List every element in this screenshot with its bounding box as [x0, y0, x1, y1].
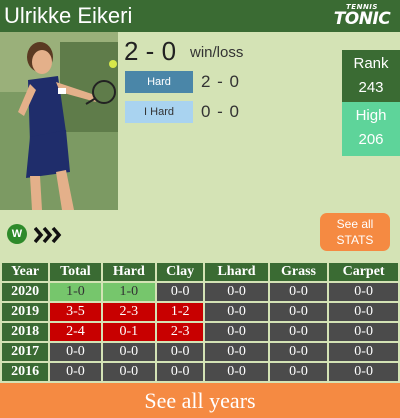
career-high-box: High 206 [342, 102, 400, 156]
year-cell[interactable]: 2016 [0, 361, 51, 383]
stat-cell-hard: 0-1 [100, 321, 158, 343]
stat-cell-clay: 1-2 [155, 301, 206, 323]
stat-cell-lhard: 0-0 [203, 341, 270, 363]
column-header-lhard: Lhard [203, 261, 270, 283]
tennis-tonic-logo[interactable]: TENNIS TONIC [332, 3, 392, 29]
stat-cell-lhard: 0-0 [203, 281, 270, 303]
win-form-icon: W [7, 224, 27, 244]
stat-cell-total: 0-0 [48, 341, 103, 363]
player-photo [0, 32, 118, 210]
see-all-years-button[interactable]: See all years [0, 383, 400, 418]
stat-cell-total: 0-0 [48, 361, 103, 383]
year-cell[interactable]: 2019 [0, 301, 51, 323]
stat-cell-grass: 0-0 [267, 341, 330, 363]
stat-cell-hard: 2-3 [100, 301, 158, 323]
high-label: High [355, 107, 387, 124]
rank-label: Rank [353, 55, 389, 72]
logo-big-text: TONIC [333, 9, 391, 29]
stat-cell-hard: 0-0 [100, 341, 158, 363]
stat-cell-total: 1-0 [48, 281, 103, 303]
column-header-grass: Grass [267, 261, 330, 283]
stat-cell-carpet: 0-0 [327, 341, 400, 363]
high-value: 206 [358, 131, 384, 148]
surface-badge-indoor-hard[interactable]: I Hard [125, 101, 193, 123]
stat-cell-total: 2-4 [48, 321, 103, 343]
header-bar: Ulrikke Eikeri TENNIS TONIC [0, 0, 400, 32]
stat-cell-lhard: 0-0 [203, 321, 270, 343]
stat-cell-grass: 0-0 [267, 321, 330, 343]
stat-cell-carpet: 0-0 [327, 281, 400, 303]
stat-cell-lhard: 0-0 [203, 301, 270, 323]
yearly-stats-table: Year Total Hard Clay Lhard Grass Carpet … [0, 261, 400, 383]
stat-cell-hard: 1-0 [100, 281, 158, 303]
stat-cell-clay: 2-3 [155, 321, 206, 343]
table-row: 2019 3-5 2-3 1-2 0-0 0-0 0-0 [0, 301, 400, 323]
year-cell[interactable]: 2018 [0, 321, 51, 343]
player-name[interactable]: Ulrikke Eikeri [4, 3, 132, 29]
see-all-stats-button[interactable]: See all STATS [320, 213, 390, 251]
stat-cell-clay: 0-0 [155, 341, 206, 363]
rank-box: Rank 243 [342, 50, 400, 102]
table-header-row: Year Total Hard Clay Lhard Grass Carpet [0, 261, 400, 283]
column-header-carpet: Carpet [327, 261, 400, 283]
stat-cell-clay: 0-0 [155, 281, 206, 303]
stat-cell-carpet: 0-0 [327, 321, 400, 343]
year-cell[interactable]: 2017 [0, 341, 51, 363]
stat-cell-grass: 0-0 [267, 361, 330, 383]
stat-cell-carpet: 0-0 [327, 361, 400, 383]
table-row: 2018 2-4 0-1 2-3 0-0 0-0 0-0 [0, 321, 400, 343]
surface-badge-hard[interactable]: Hard [125, 71, 193, 93]
table-row: 2017 0-0 0-0 0-0 0-0 0-0 0-0 [0, 341, 400, 363]
stat-cell-lhard: 0-0 [203, 361, 270, 383]
rank-value: 243 [358, 79, 384, 96]
column-header-hard: Hard [100, 261, 158, 283]
win-loss-label: win/loss [190, 44, 244, 61]
surface-score-indoor-hard: 0 - 0 [201, 102, 241, 121]
stat-cell-grass: 0-0 [267, 281, 330, 303]
see-all-stats-line2: STATS [336, 233, 374, 247]
column-header-total: Total [48, 261, 103, 283]
surface-score-hard: 2 - 0 [201, 72, 241, 91]
triple-chevron-right-icon [33, 226, 64, 249]
stat-cell-clay: 0-0 [155, 361, 206, 383]
win-loss-score: 2 - 0 [124, 36, 177, 66]
stat-cell-grass: 0-0 [267, 301, 330, 323]
year-cell[interactable]: 2020 [0, 281, 51, 303]
table-row: 2020 1-0 1-0 0-0 0-0 0-0 0-0 [0, 281, 400, 303]
stat-cell-carpet: 0-0 [327, 301, 400, 323]
stat-cell-total: 3-5 [48, 301, 103, 323]
table-row: 2016 0-0 0-0 0-0 0-0 0-0 0-0 [0, 361, 400, 383]
stat-cell-hard: 0-0 [100, 361, 158, 383]
see-all-stats-line1: See all [336, 217, 374, 231]
column-header-clay: Clay [155, 261, 206, 283]
column-header-year: Year [0, 261, 51, 283]
